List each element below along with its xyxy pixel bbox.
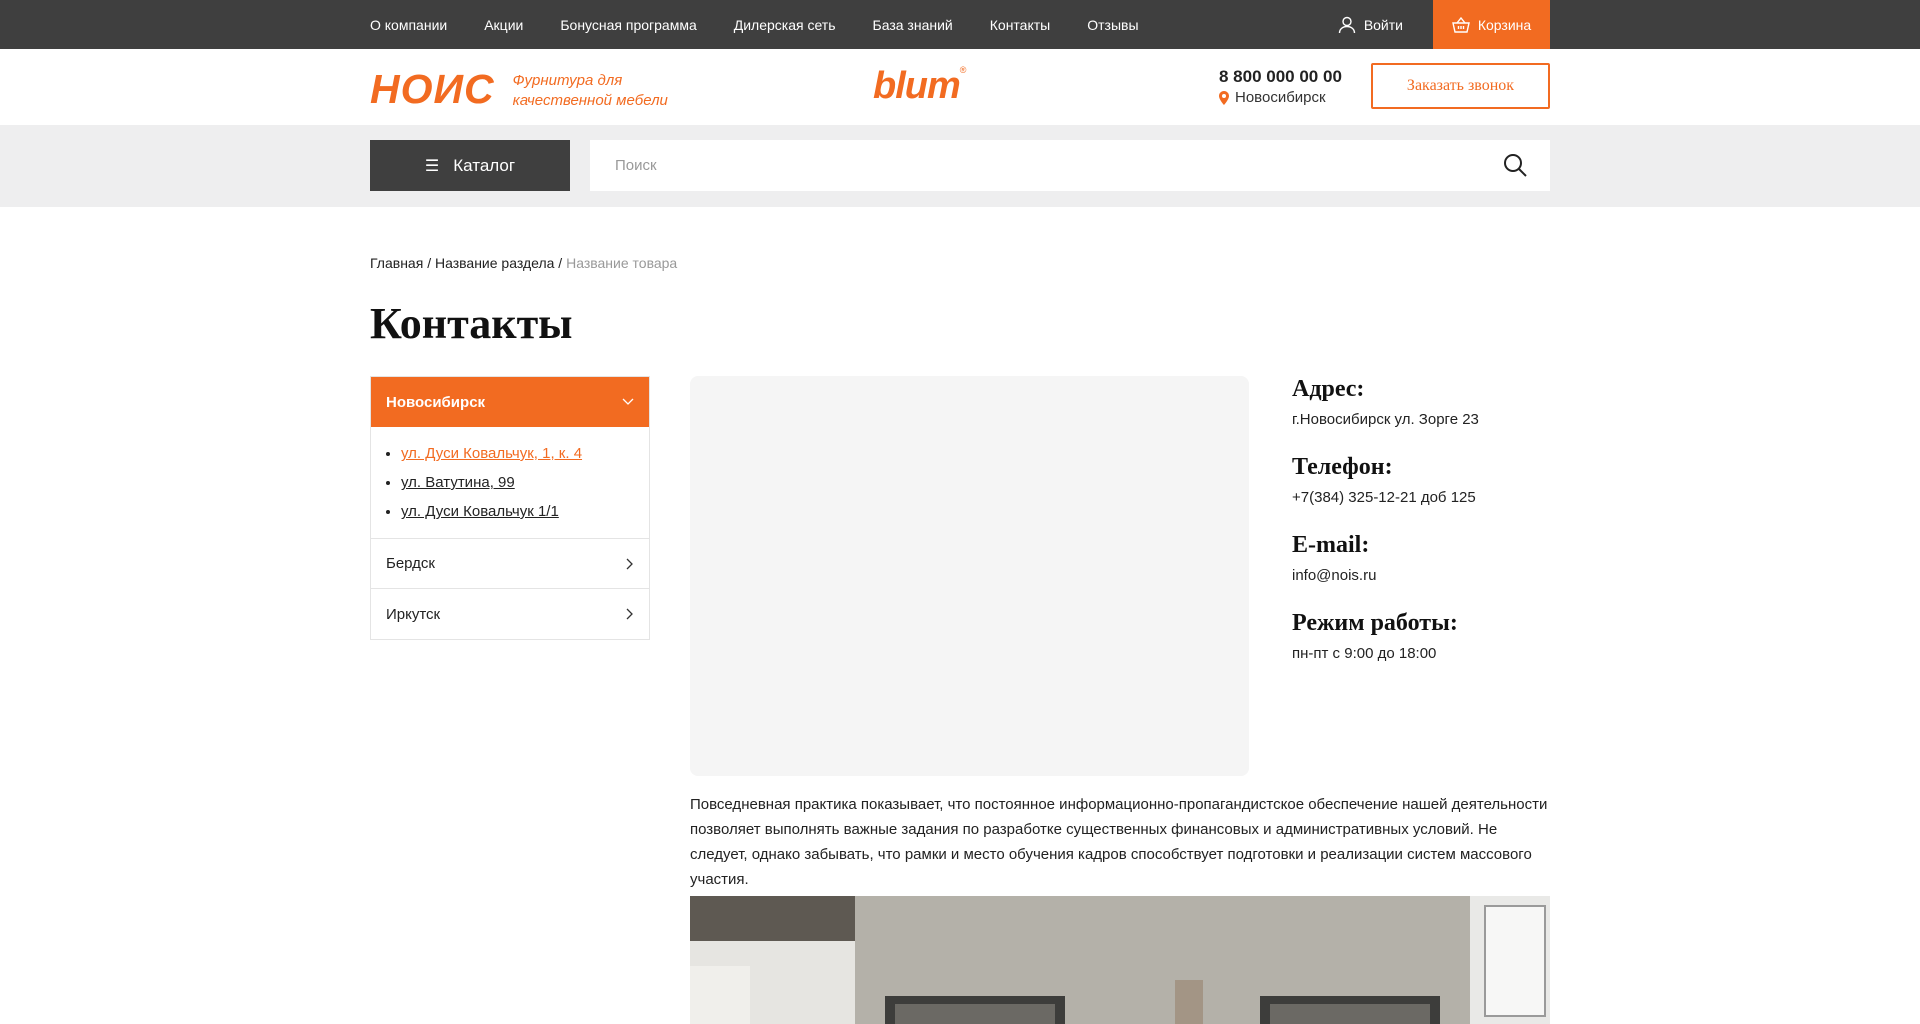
user-icon — [1338, 16, 1356, 33]
address-link[interactable]: ул. Ватутина, 99 — [401, 474, 515, 491]
address-heading: Адрес: — [1292, 376, 1365, 402]
nav-bonus-program[interactable]: Бонусная программа — [560, 17, 696, 33]
cart-button[interactable]: Корзина — [1433, 0, 1550, 49]
breadcrumb: Главная / Название раздела / Название то… — [370, 255, 677, 271]
search-input[interactable] — [615, 157, 1495, 174]
nav-reviews[interactable]: Отзывы — [1087, 17, 1138, 33]
address-list: ул. Дуси Ковальчук, 1, к. 4 ул. Ватутина… — [371, 427, 649, 539]
hours-heading: Режим работы: — [1292, 610, 1458, 636]
nav-dealer-network[interactable]: Дилерская сеть — [734, 17, 836, 33]
city-item-novosibirsk[interactable]: Новосибирск — [371, 377, 649, 427]
site-logo[interactable]: НОИС Фурнитура для качественной мебели — [370, 69, 693, 111]
address-item: ул. Ватутина, 99 — [401, 468, 634, 497]
page-title: Контакты — [370, 299, 573, 348]
logo-text: НОИС — [370, 66, 495, 112]
cart-label: Корзина — [1477, 16, 1532, 33]
breadcrumb-home[interactable]: Главная — [370, 255, 423, 271]
search-band: ☰ Каталог — [0, 125, 1920, 207]
city-label: Новосибирск — [1235, 89, 1326, 106]
nav-knowledge-base[interactable]: База знаний — [873, 17, 953, 33]
city-accordion: Новосибирск ул. Дуси Ковальчук, 1, к. 4 … — [370, 376, 650, 640]
header: НОИС Фурнитура для качественной мебели b… — [0, 49, 1920, 125]
email-value[interactable]: info@nois.ru — [1292, 567, 1552, 584]
search-box — [590, 140, 1550, 191]
basket-icon — [1451, 16, 1470, 33]
hours-value: пн-пт с 9:00 до 18:00 — [1292, 645, 1437, 662]
nav-about[interactable]: О компании — [370, 17, 447, 33]
callback-button[interactable]: Заказать звонок — [1371, 63, 1550, 109]
description-text: Повседневная практика показывает, что по… — [690, 796, 1548, 888]
city-item-label: Новосибирск — [386, 393, 486, 411]
contact-info: Адрес: г.Новосибирск ул. Зорге 23 Телефо… — [1292, 376, 1552, 688]
city-item-label: Бердск — [386, 555, 435, 572]
chevron-right-icon — [626, 558, 633, 569]
address-link[interactable]: ул. Дуси Ковальчук 1/1 — [401, 503, 559, 520]
nav-promotions[interactable]: Акции — [484, 17, 523, 33]
breadcrumb-separator: / — [558, 255, 563, 271]
catalog-label: Каталог — [453, 155, 516, 175]
address-item: ул. Дуси Ковальчук 1/1 — [401, 497, 634, 526]
contact-block: 8 800 000 00 00 Новосибирск — [1219, 67, 1342, 106]
phone-value[interactable]: +7(384) 325-12-21 доб 125 — [1292, 489, 1552, 506]
address-item: ул. Дуси Ковальчук, 1, к. 4 — [401, 439, 634, 468]
tagline-line-1: Фурнитура для — [512, 72, 623, 89]
showroom-photo — [690, 896, 1550, 1024]
nav-contacts[interactable]: Контакты — [990, 17, 1050, 33]
showroom-image — [690, 896, 1550, 1024]
city-selector[interactable]: Новосибирск — [1219, 89, 1342, 106]
menu-icon: ☰ — [424, 157, 440, 175]
logo-tagline: Фурнитура для качественной мебели — [513, 71, 693, 111]
location-pin-icon — [1219, 90, 1229, 105]
city-item-irkutsk[interactable]: Иркутск — [371, 589, 649, 639]
breadcrumb-separator: / — [427, 255, 432, 271]
address-value: г.Новосибирск ул. Зорге 23 — [1292, 411, 1479, 428]
email-heading: E-mail: — [1292, 532, 1370, 558]
address-link[interactable]: ул. Дуси Ковальчук, 1, к. 4 — [401, 445, 582, 462]
breadcrumb-current: Название товара — [566, 255, 678, 271]
top-nav: О компании Акции Бонусная программа Диле… — [370, 17, 1139, 33]
tagline-line-2: качественной мебели — [512, 92, 668, 109]
header-phone[interactable]: 8 800 000 00 00 — [1219, 67, 1342, 87]
chevron-down-icon — [622, 398, 634, 405]
login-label: Войти — [1363, 16, 1403, 33]
login-button[interactable]: Войти — [1338, 16, 1403, 34]
map-placeholder[interactable] — [690, 376, 1249, 776]
brand-logo[interactable]: blum® — [873, 65, 967, 108]
brand-mark: ® — [959, 65, 967, 75]
search-icon[interactable] — [1503, 153, 1528, 178]
city-item-berdsk[interactable]: Бердск — [371, 539, 649, 589]
brand-text: blum — [873, 65, 961, 107]
city-item-label: Иркутск — [386, 605, 441, 623]
breadcrumb-section[interactable]: Название раздела — [435, 255, 554, 271]
chevron-right-icon — [626, 608, 633, 620]
catalog-button[interactable]: ☰ Каталог — [370, 140, 570, 191]
top-bar: О компании Акции Бонусная программа Диле… — [0, 0, 1920, 49]
phone-heading: Телефон: — [1292, 454, 1393, 480]
